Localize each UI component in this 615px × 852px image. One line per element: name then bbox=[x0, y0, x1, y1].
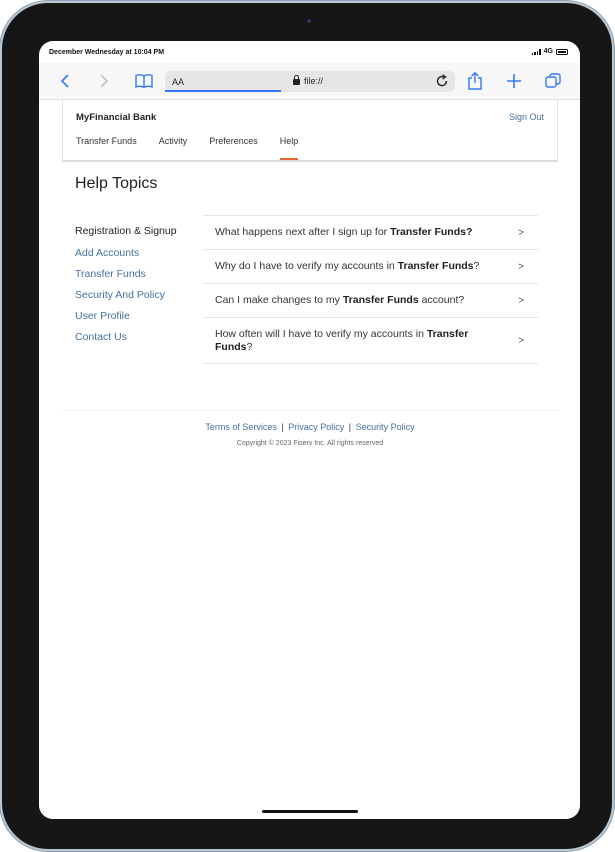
reader-aa-button[interactable]: AA bbox=[172, 77, 184, 87]
tab-transfer-funds[interactable]: Transfer Funds bbox=[76, 136, 137, 160]
page-load-progress bbox=[165, 90, 281, 92]
address-bar[interactable]: AA file:// bbox=[165, 71, 455, 92]
page-title: Help Topics bbox=[75, 175, 158, 192]
faq-list: What happens next after I sign up for Tr… bbox=[203, 215, 538, 364]
page-footer: Terms of Services | Privacy Policy | Sec… bbox=[62, 410, 558, 447]
privacy-policy-link[interactable]: Privacy Policy bbox=[288, 422, 344, 432]
copyright-text: Copyright © 2023 Fiserv Inc. All rights … bbox=[236, 440, 384, 447]
screen: December Wednesday at 10:04 PM 4G AA fil… bbox=[39, 41, 580, 819]
forward-chevron-icon bbox=[100, 74, 109, 88]
status-indicators: 4G bbox=[531, 48, 568, 55]
brand-name: MyFinancial Bank bbox=[76, 112, 157, 123]
faq-item[interactable]: Can I make changes to my Transfer Funds … bbox=[203, 284, 538, 318]
chevron-right-icon: > bbox=[518, 261, 524, 272]
url-text: file:// bbox=[304, 76, 324, 86]
browser-toolbar: AA file:// bbox=[39, 63, 580, 100]
faq-question-emphasis: Transfer Funds bbox=[397, 260, 474, 272]
tablet-frame: December Wednesday at 10:04 PM 4G AA fil… bbox=[2, 3, 612, 849]
home-indicator[interactable] bbox=[262, 810, 358, 813]
status-time: December Wednesday at 10:04 PM bbox=[49, 49, 165, 56]
tabs-icon bbox=[545, 73, 561, 88]
signal-icon bbox=[531, 48, 541, 55]
faq-question-emphasis: Transfer Funds? bbox=[390, 226, 473, 238]
share-icon bbox=[468, 72, 482, 90]
tabs-overview-button[interactable] bbox=[543, 71, 563, 91]
faq-item[interactable]: How often will I have to verify my accou… bbox=[203, 318, 538, 364]
sidebar-item-registration-signup[interactable]: Registration & Signup bbox=[75, 225, 185, 238]
web-page: MyFinancial Bank Sign Out Transfer Funds… bbox=[39, 100, 580, 819]
sidebar-item-contact-us[interactable]: Contact Us bbox=[75, 331, 185, 344]
faq-item[interactable]: Why do I have to verify my accounts in T… bbox=[203, 250, 538, 284]
back-button[interactable] bbox=[55, 71, 75, 91]
share-button[interactable] bbox=[465, 71, 485, 91]
back-chevron-icon bbox=[60, 74, 69, 88]
reload-icon bbox=[436, 74, 448, 87]
faq-question-text: Can I make changes to my bbox=[215, 294, 343, 306]
faq-question-emphasis: Transfer Funds bbox=[342, 294, 419, 306]
tab-activity[interactable]: Activity bbox=[159, 136, 188, 160]
tab-help[interactable]: Help bbox=[279, 136, 298, 160]
faq-question-text: How often will I have to verify my accou… bbox=[215, 328, 427, 340]
chevron-right-icon: > bbox=[518, 295, 524, 306]
sidebar-item-transfer-funds[interactable]: Transfer Funds bbox=[75, 268, 185, 281]
lock-icon bbox=[293, 75, 300, 85]
security-policy-link[interactable]: Security Policy bbox=[356, 422, 415, 432]
faq-question-suffix: ? bbox=[473, 260, 480, 272]
chevron-right-icon: > bbox=[518, 335, 524, 346]
forward-button[interactable] bbox=[94, 71, 114, 91]
network-label: 4G bbox=[543, 48, 553, 55]
sign-out-link[interactable]: Sign Out bbox=[509, 112, 544, 122]
plus-icon bbox=[507, 74, 521, 88]
status-bar: December Wednesday at 10:04 PM 4G bbox=[39, 41, 580, 63]
chevron-right-icon: > bbox=[518, 227, 524, 238]
faq-question-text: What happens next after I sign up for bbox=[215, 226, 391, 238]
footer-separator: | bbox=[281, 422, 284, 432]
sidebar-item-user-profile[interactable]: User Profile bbox=[75, 310, 185, 323]
faq-item[interactable]: What happens next after I sign up for Tr… bbox=[203, 216, 538, 250]
app-header: MyFinancial Bank Sign Out Transfer Funds… bbox=[62, 100, 558, 162]
sidebar-item-add-accounts[interactable]: Add Accounts bbox=[75, 247, 185, 260]
terms-link[interactable]: Terms of Services bbox=[205, 422, 277, 432]
help-sidebar: Registration & Signup Add Accounts Trans… bbox=[75, 225, 185, 352]
url-display: file:// bbox=[293, 75, 324, 86]
faq-question-text: Why do I have to verify my accounts in bbox=[215, 260, 398, 272]
bookmarks-button[interactable] bbox=[134, 71, 154, 91]
sidebar-item-security-and-policy[interactable]: Security And Policy bbox=[75, 289, 185, 302]
faq-question-suffix: ? bbox=[246, 341, 253, 353]
tab-preferences[interactable]: Preferences bbox=[209, 136, 258, 160]
camera-dot bbox=[307, 19, 311, 23]
main-nav: Transfer Funds Activity Preferences Help bbox=[76, 136, 320, 160]
faq-question-suffix: account? bbox=[418, 294, 465, 306]
battery-icon bbox=[556, 48, 568, 55]
footer-links: Terms of Services | Privacy Policy | Sec… bbox=[62, 422, 558, 432]
reload-button[interactable] bbox=[435, 74, 451, 90]
footer-separator: | bbox=[348, 422, 352, 432]
book-icon bbox=[135, 74, 153, 88]
new-tab-button[interactable] bbox=[504, 71, 524, 91]
